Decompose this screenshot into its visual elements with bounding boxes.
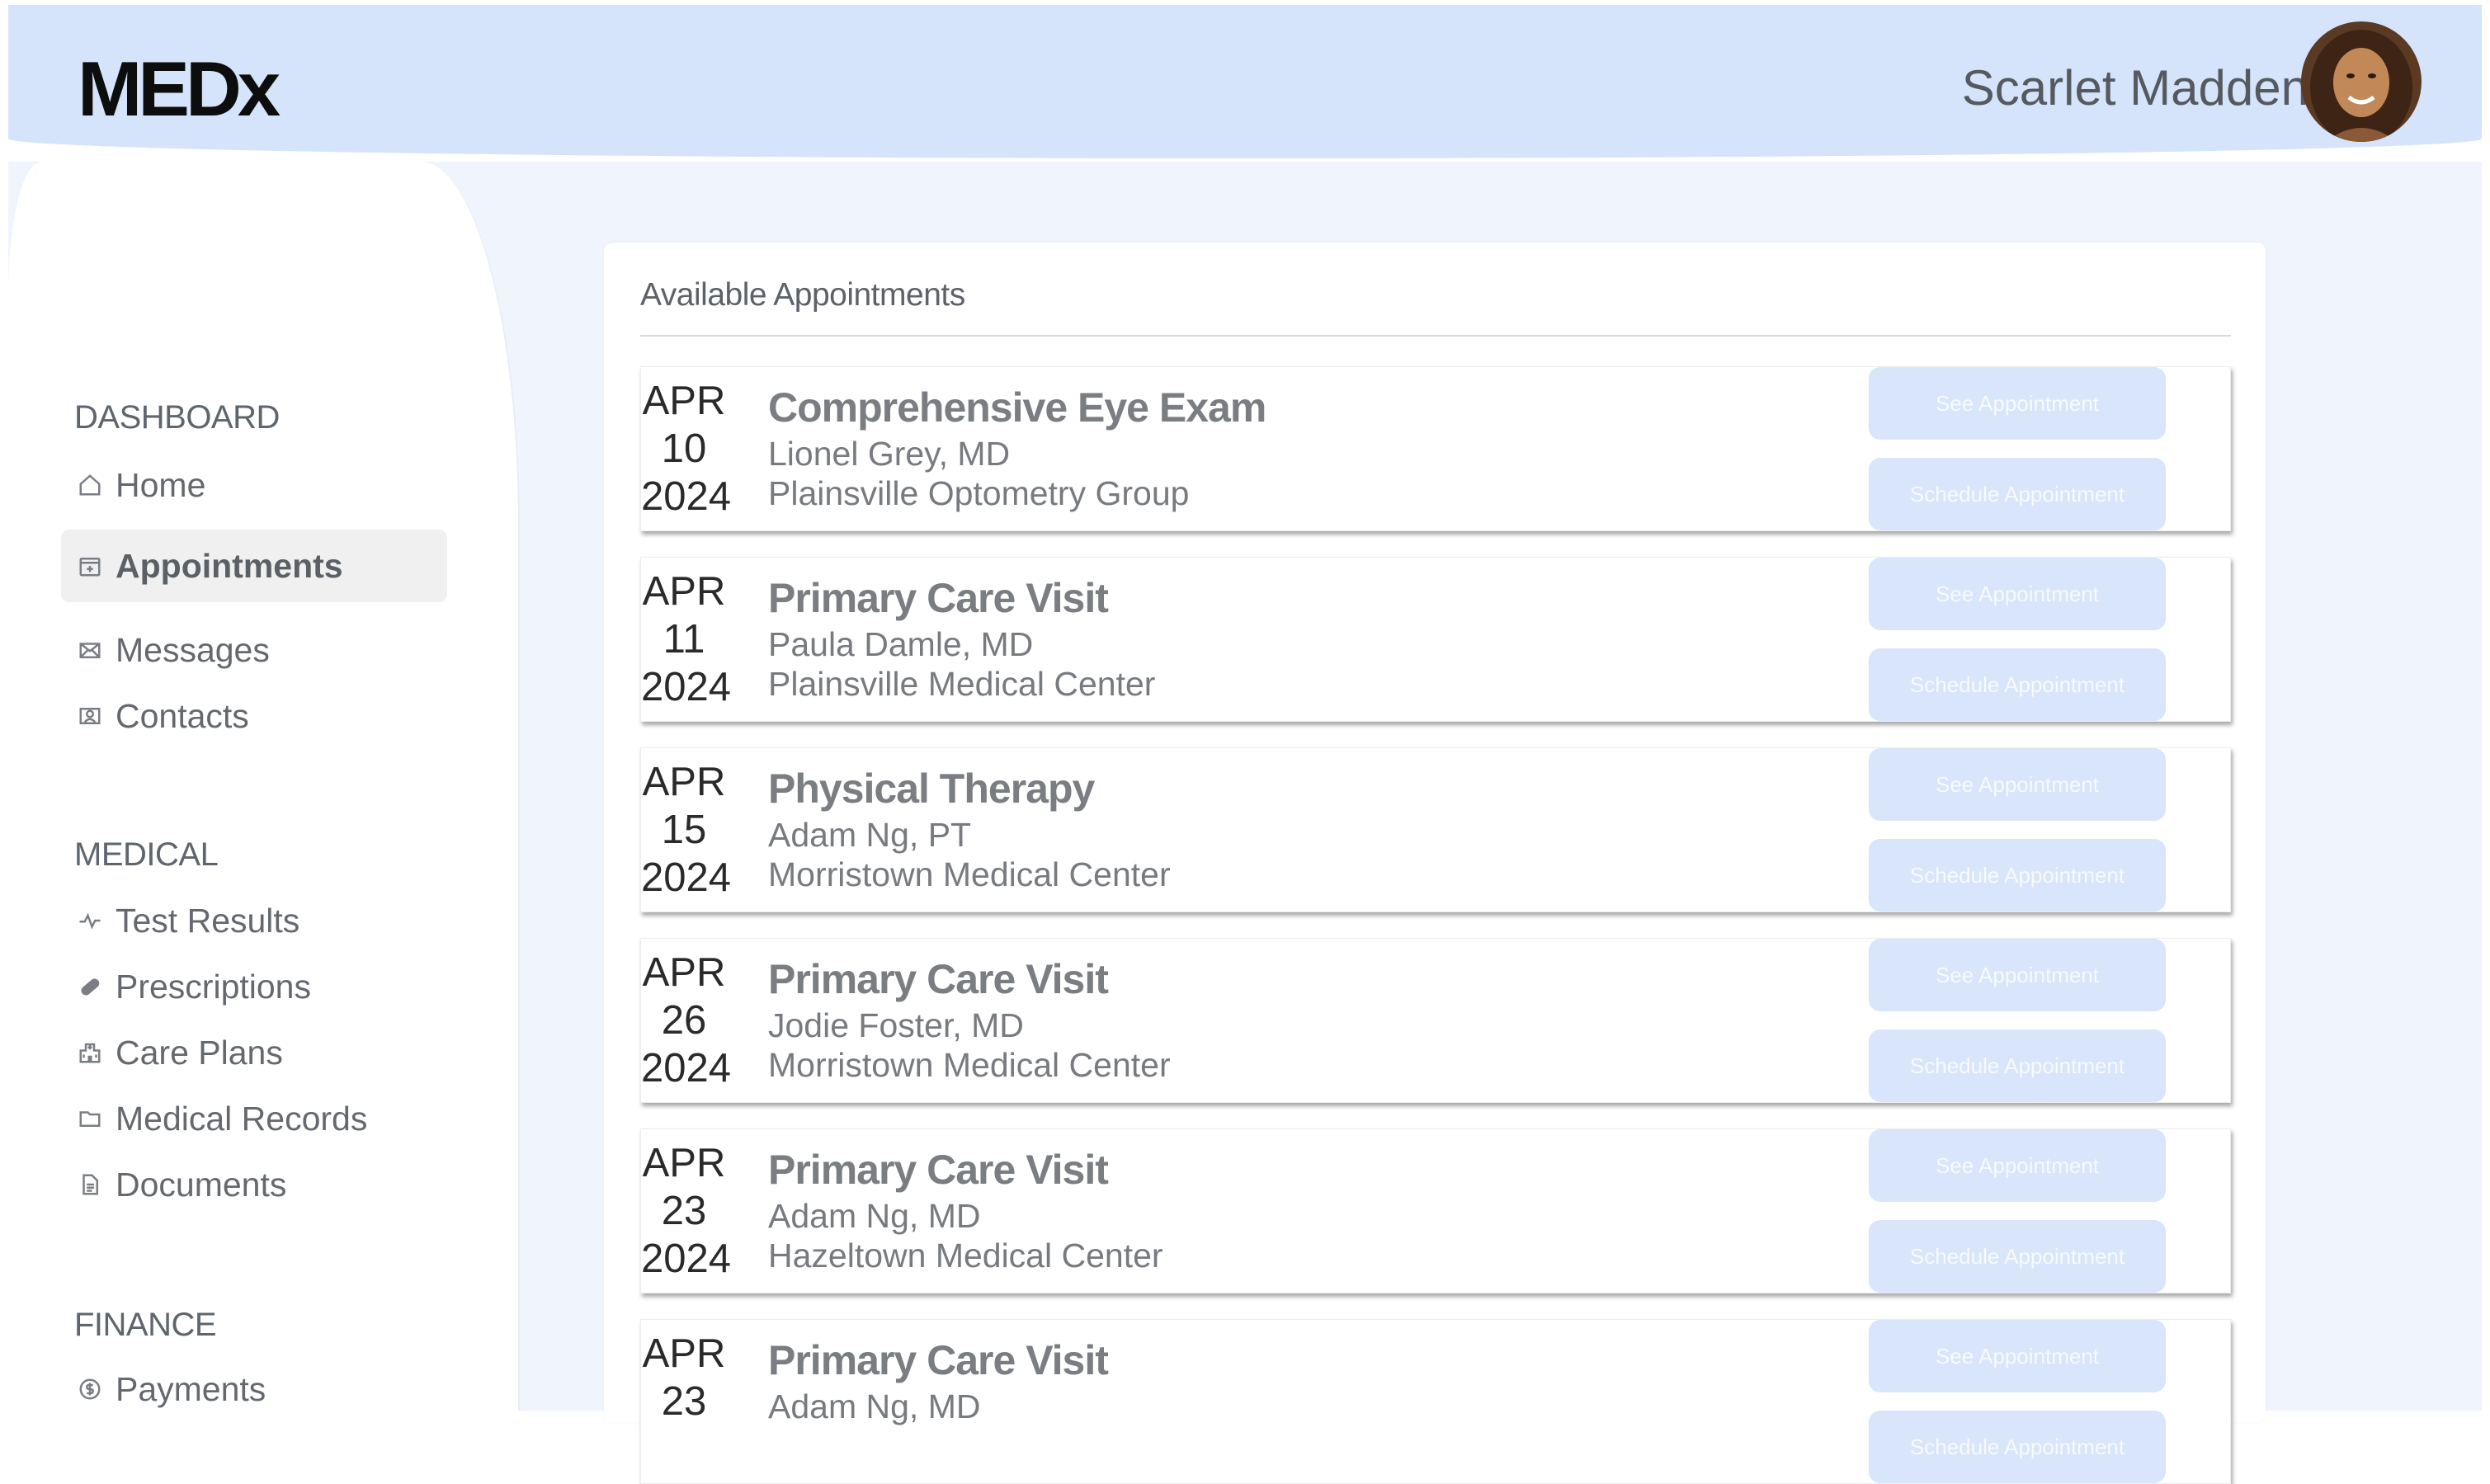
date-month: APR bbox=[642, 1331, 726, 1376]
appointment-doctor: Adam Ng, PT bbox=[768, 816, 972, 854]
date-month: APR bbox=[642, 569, 726, 614]
calendar-plus-icon bbox=[61, 554, 104, 578]
date-day: 26 bbox=[661, 998, 707, 1043]
appointment-card[interactable]: APR 26 2024 Primary Care Visit Jodie Fos… bbox=[640, 938, 2231, 1103]
appointment-title: Primary Care Visit bbox=[768, 1147, 1109, 1193]
appointment-card[interactable]: APR 23 2024 Primary Care Visit Adam Ng, … bbox=[640, 1128, 2231, 1293]
appointment-doctor: Lionel Grey, MD bbox=[768, 435, 1011, 473]
date-day: 23 bbox=[661, 1189, 707, 1233]
sidebar-item-messages[interactable]: Messages bbox=[61, 614, 447, 686]
sidebar-item-label: Contacts bbox=[116, 696, 249, 735]
hospital-icon bbox=[61, 1040, 104, 1065]
sidebar-item-prescriptions[interactable]: Prescriptions bbox=[61, 950, 447, 1023]
appointment-location: Plainsville Optometry Group bbox=[768, 474, 1190, 512]
appointment-date: APR 26 2024 bbox=[641, 949, 732, 1092]
sidebar-item-label: Prescriptions bbox=[116, 967, 311, 1006]
section-title-dashboard: DASHBOARD bbox=[74, 399, 280, 436]
sidebar: DASHBOARD Home Appointments Messages Con… bbox=[8, 162, 520, 1411]
date-year: 2024 bbox=[641, 474, 732, 519]
home-icon bbox=[61, 473, 104, 497]
date-year: 2024 bbox=[641, 855, 732, 900]
pill-icon bbox=[61, 974, 104, 999]
sidebar-item-medical-records[interactable]: Medical Records bbox=[61, 1082, 447, 1155]
see-appointment-button[interactable]: See Appointment bbox=[1869, 1320, 2166, 1392]
sidebar-item-label: Appointments bbox=[116, 546, 343, 585]
appointment-date: APR 11 2024 bbox=[641, 568, 732, 711]
appointment-date: APR 23 bbox=[641, 1330, 727, 1425]
schedule-appointment-button[interactable]: Schedule Appointment bbox=[1869, 1411, 2166, 1483]
appointment-doctor: Adam Ng, MD bbox=[768, 1197, 981, 1235]
appointment-date: APR 15 2024 bbox=[641, 758, 732, 902]
sidebar-item-home[interactable]: Home bbox=[61, 449, 447, 521]
appointment-doctor: Adam Ng, MD bbox=[768, 1387, 981, 1425]
user-name[interactable]: Scarlet Madden bbox=[1962, 59, 2308, 116]
sidebar-item-appointments[interactable]: Appointments bbox=[61, 530, 447, 602]
sidebar-item-care-plans[interactable]: Care Plans bbox=[61, 1016, 447, 1089]
appointment-location: Hazeltown Medical Center bbox=[768, 1237, 1163, 1274]
appointment-card[interactable]: APR 10 2024 Comprehensive Eye Exam Lione… bbox=[640, 366, 2231, 531]
appointment-card[interactable]: APR 23 Primary Care Visit Adam Ng, MD Se… bbox=[640, 1319, 2231, 1484]
panel-divider bbox=[640, 335, 2231, 337]
schedule-appointment-button[interactable]: Schedule Appointment bbox=[1869, 458, 2166, 530]
appointment-card[interactable]: APR 11 2024 Primary Care Visit Paula Dam… bbox=[640, 557, 2231, 722]
sidebar-item-label: Home bbox=[116, 465, 206, 504]
see-appointment-button[interactable]: See Appointment bbox=[1869, 1129, 2166, 1202]
date-month: APR bbox=[642, 760, 726, 804]
date-year: 2024 bbox=[641, 665, 732, 709]
see-appointment-button[interactable]: See Appointment bbox=[1869, 748, 2166, 821]
pulse-icon bbox=[61, 908, 104, 933]
panel-title: Available Appointments bbox=[640, 277, 965, 313]
date-day: 23 bbox=[661, 1379, 707, 1424]
date-year: 2024 bbox=[641, 1237, 732, 1281]
appointment-title: Primary Care Visit bbox=[768, 575, 1109, 621]
app-logo[interactable]: MEDx bbox=[78, 45, 281, 134]
appointments-panel: Available Appointments APR 10 2024 Compr… bbox=[604, 243, 2266, 1484]
appointment-card[interactable]: APR 15 2024 Physical Therapy Adam Ng, PT… bbox=[640, 747, 2231, 912]
document-icon bbox=[61, 1172, 104, 1197]
section-title-finance: FINANCE bbox=[74, 1307, 217, 1343]
appointment-date: APR 10 2024 bbox=[641, 377, 732, 521]
appointment-title: Primary Care Visit bbox=[768, 956, 1109, 1002]
folder-icon bbox=[61, 1106, 104, 1131]
date-day: 11 bbox=[663, 617, 705, 662]
sidebar-item-label: Payments bbox=[116, 1369, 266, 1408]
appointment-location: Morristown Medical Center bbox=[768, 855, 1171, 893]
sidebar-item-contacts[interactable]: Contacts bbox=[61, 680, 447, 752]
sidebar-item-label: Messages bbox=[116, 630, 270, 669]
user-avatar[interactable] bbox=[2301, 21, 2422, 142]
appointment-doctor: Paula Damle, MD bbox=[768, 625, 1034, 663]
date-month: APR bbox=[642, 1141, 726, 1185]
appointment-title: Physical Therapy bbox=[768, 766, 1095, 812]
schedule-appointment-button[interactable]: Schedule Appointment bbox=[1869, 648, 2166, 721]
appointment-location: Morristown Medical Center bbox=[768, 1046, 1171, 1084]
appointment-date: APR 23 2024 bbox=[641, 1139, 732, 1283]
see-appointment-button[interactable]: See Appointment bbox=[1869, 939, 2166, 1011]
sidebar-item-label: Documents bbox=[116, 1165, 287, 1204]
dollar-circle-icon bbox=[61, 1377, 104, 1402]
see-appointment-button[interactable]: See Appointment bbox=[1869, 558, 2166, 630]
appointment-title: Primary Care Visit bbox=[768, 1337, 1109, 1383]
contact-card-icon bbox=[61, 704, 104, 728]
envelope-icon bbox=[61, 638, 104, 662]
see-appointment-button[interactable]: See Appointment bbox=[1869, 367, 2166, 440]
appointment-location: Plainsville Medical Center bbox=[768, 665, 1156, 703]
date-day: 10 bbox=[661, 426, 707, 471]
appointment-title: Comprehensive Eye Exam bbox=[768, 384, 1266, 431]
date-day: 15 bbox=[661, 808, 707, 852]
schedule-appointment-button[interactable]: Schedule Appointment bbox=[1869, 839, 2166, 912]
top-header: MEDx Scarlet Madden bbox=[8, 5, 2482, 158]
section-title-medical: MEDICAL bbox=[74, 836, 219, 873]
schedule-appointment-button[interactable]: Schedule Appointment bbox=[1869, 1220, 2166, 1293]
schedule-appointment-button[interactable]: Schedule Appointment bbox=[1869, 1029, 2166, 1102]
sidebar-item-label: Care Plans bbox=[116, 1033, 283, 1072]
appointment-doctor: Jodie Foster, MD bbox=[768, 1006, 1024, 1044]
sidebar-item-documents[interactable]: Documents bbox=[61, 1148, 447, 1221]
sidebar-item-label: Test Results bbox=[116, 901, 300, 940]
date-month: APR bbox=[642, 950, 726, 995]
date-year: 2024 bbox=[641, 1046, 732, 1091]
date-month: APR bbox=[642, 379, 726, 423]
sidebar-item-payments[interactable]: Payments bbox=[61, 1353, 447, 1425]
sidebar-item-test-results[interactable]: Test Results bbox=[61, 884, 447, 957]
sidebar-item-label: Medical Records bbox=[116, 1099, 368, 1138]
